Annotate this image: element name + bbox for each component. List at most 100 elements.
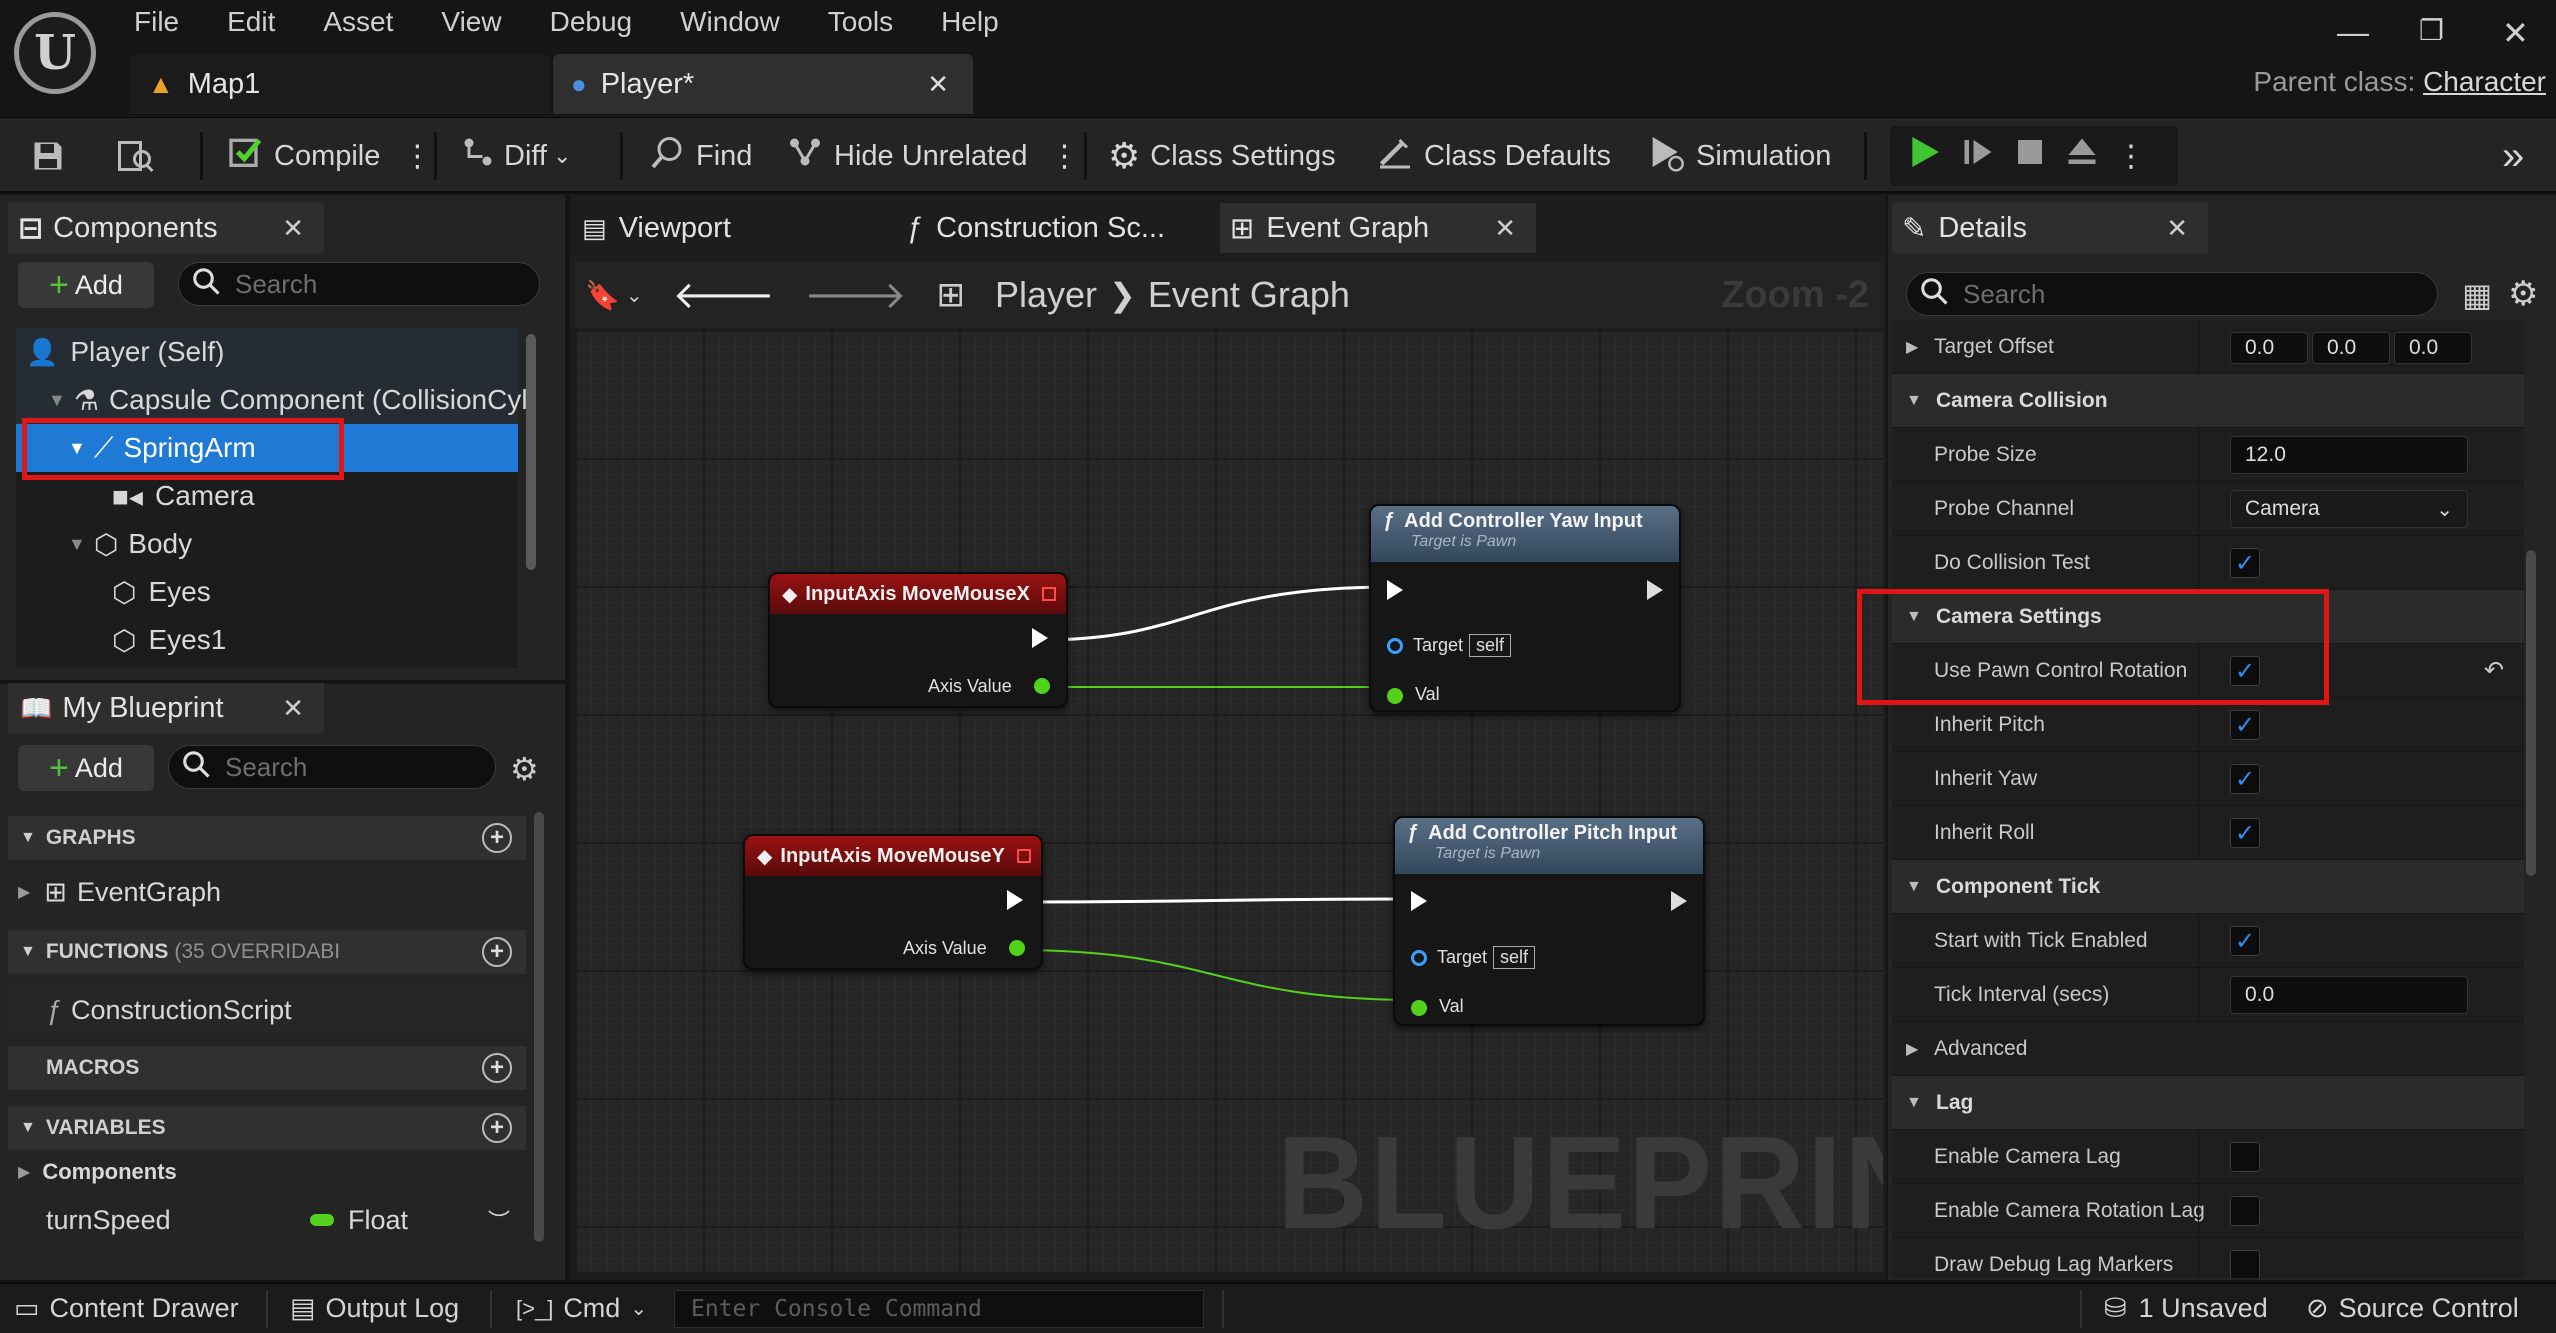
add-function-icon[interactable]: + <box>482 937 512 967</box>
inherit-pitch-checkbox[interactable]: ✓ <box>2230 710 2260 740</box>
menu-tools[interactable]: Tools <box>828 6 893 38</box>
probe-size-input[interactable]: 12.0 <box>2230 436 2468 474</box>
tree-item-eyes1[interactable]: ⬡ Eyes1 <box>16 616 518 664</box>
draw-debug-lag-checkbox[interactable] <box>2230 1250 2260 1278</box>
diff-button[interactable]: Diff ⌄ <box>460 118 571 194</box>
cmd-button[interactable]: [>_] Cmd ⌄ <box>516 1284 647 1333</box>
delegate-pin-icon[interactable] <box>1042 587 1056 601</box>
tab-details[interactable]: ✎ Details ✕ <box>1892 203 2208 253</box>
close-window-icon[interactable]: ✕ <box>2502 14 2529 52</box>
float-in-pin-icon[interactable] <box>1387 688 1403 704</box>
output-log-button[interactable]: ▤ Output Log <box>290 1284 459 1333</box>
stop-icon[interactable] <box>2014 136 2046 176</box>
self-value[interactable]: self <box>1469 634 1512 657</box>
visibility-eye-icon[interactable]: ︶ <box>488 1204 510 1236</box>
components-search-input[interactable]: Search <box>178 262 540 306</box>
expand-toolbar-icon[interactable]: » <box>2502 118 2524 194</box>
more-options-icon[interactable]: ⋮ <box>1049 139 1079 174</box>
self-value[interactable]: self <box>1493 946 1536 969</box>
float-in-pin-icon[interactable] <box>1411 1000 1427 1016</box>
enable-rotation-lag-checkbox[interactable] <box>2230 1196 2260 1226</box>
menu-help[interactable]: Help <box>941 6 999 38</box>
category-lag[interactable]: ▼ Lag <box>1892 1076 2524 1130</box>
tree-item-eyes[interactable]: ⬡ Eyes <box>16 568 518 616</box>
category-camera-collision[interactable]: ▼ Camera Collision <box>1892 374 2524 428</box>
tab-event-graph[interactable]: ⊞ Event Graph ✕ <box>1220 203 1536 253</box>
menu-view[interactable]: View <box>441 6 501 38</box>
tree-item-player-self[interactable]: 👤 Player (Self) <box>16 328 518 376</box>
class-defaults-button[interactable]: Class Defaults <box>1376 118 1611 194</box>
exec-out-pin-icon[interactable] <box>1671 891 1687 911</box>
more-options-icon[interactable]: ⋮ <box>402 139 432 174</box>
blueprint-search-input[interactable]: Search <box>168 745 496 789</box>
gear-icon[interactable]: ⚙ <box>2508 274 2538 314</box>
section-variables[interactable]: ▼ VARIABLES + <box>8 1106 526 1150</box>
tick-interval-input[interactable]: 0.0 <box>2230 976 2468 1014</box>
add-component-button[interactable]: + Add <box>18 262 154 308</box>
bookmark-icon[interactable]: 🔖 <box>585 279 620 312</box>
menu-asset[interactable]: Asset <box>323 6 393 38</box>
section-functions[interactable]: ▼ FUNCTIONS (35 OVERRIDABI + <box>8 930 526 974</box>
parent-class-link[interactable]: Character <box>2423 66 2546 97</box>
close-tab-icon[interactable]: ✕ <box>927 69 949 100</box>
forward-arrow-icon[interactable]: 🡒 <box>805 272 907 318</box>
section-macros[interactable]: MACROS + <box>8 1046 526 1090</box>
gear-icon[interactable]: ⚙ <box>510 750 539 788</box>
restore-icon[interactable]: ❐ <box>2419 14 2444 47</box>
step-forward-icon[interactable] <box>1960 134 1996 178</box>
category-component-tick[interactable]: ▼ Component Tick <box>1892 860 2524 914</box>
exec-out-pin-icon[interactable] <box>1032 628 1048 648</box>
function-item-construction-script[interactable]: ƒ ConstructionScript <box>8 986 526 1034</box>
node-add-controller-yaw[interactable]: ƒ Add Controller Yaw Input Target is Pawn… <box>1369 504 1681 712</box>
float-out-pin-icon[interactable] <box>1034 678 1050 694</box>
variable-item-turnspeed[interactable]: turnSpeed Float ︶ <box>8 1196 526 1244</box>
close-tab-icon[interactable]: ✕ <box>282 693 304 724</box>
minimize-icon[interactable]: — <box>2337 14 2369 51</box>
target-offset-x-input[interactable]: 0.0 <box>2230 332 2308 364</box>
back-arrow-icon[interactable]: 🡐 <box>673 272 775 318</box>
start-tick-checkbox[interactable]: ✓ <box>2230 926 2260 956</box>
exec-in-pin-icon[interactable] <box>1411 891 1427 911</box>
components-scrollbar[interactable] <box>526 334 536 570</box>
inherit-roll-checkbox[interactable]: ✓ <box>2230 818 2260 848</box>
content-drawer-button[interactable]: ▭ Content Drawer <box>14 1284 239 1333</box>
tab-components[interactable]: ⊟ Components ✕ <box>8 203 324 253</box>
play-icon[interactable] <box>1904 132 1944 180</box>
source-control-button[interactable]: ⊘ Source Control <box>2306 1284 2519 1333</box>
reset-to-default-icon[interactable]: ↶ <box>2484 656 2504 685</box>
chevron-right-icon[interactable]: ▶ <box>1906 337 1918 357</box>
float-out-pin-icon[interactable] <box>1009 940 1025 956</box>
tab-my-blueprint[interactable]: 📖 My Blueprint ✕ <box>8 683 324 733</box>
simulation-button[interactable]: Simulation <box>1646 118 1831 194</box>
table-view-icon[interactable]: ▦ <box>2462 276 2492 314</box>
graph-canvas[interactable]: ◆ InputAxis MoveMouseX Axis Value ƒ Add C… <box>575 330 1883 1272</box>
blueprint-scrollbar[interactable] <box>534 812 544 1242</box>
browse-icon[interactable] <box>116 118 156 194</box>
target-pin-icon[interactable] <box>1387 638 1403 654</box>
section-graphs[interactable]: ▼ GRAPHS + <box>8 816 526 860</box>
close-tab-icon[interactable]: ✕ <box>282 213 304 244</box>
menu-edit[interactable]: Edit <box>227 6 275 38</box>
compile-button[interactable]: Compile ⋮ <box>226 118 432 194</box>
node-add-controller-pitch[interactable]: ƒ Add Controller Pitch Input Target is Pa… <box>1393 816 1705 1026</box>
target-offset-z-input[interactable]: 0.0 <box>2394 332 2472 364</box>
tree-item-capsule[interactable]: ▼ ⚗ Capsule Component (CollisionCyl <box>16 376 528 424</box>
breadcrumb-root[interactable]: Player <box>995 274 1097 316</box>
add-blueprint-item-button[interactable]: + Add <box>18 745 154 791</box>
details-scrollbar[interactable] <box>2526 550 2536 876</box>
hide-unrelated-button[interactable]: Hide Unrelated ⋮ <box>786 118 1079 194</box>
unsaved-button[interactable]: ⛁ 1 Unsaved <box>2104 1284 2268 1333</box>
graph-item-eventgraph[interactable]: ▶ ⊞ EventGraph <box>8 868 526 916</box>
add-graph-icon[interactable]: + <box>482 823 512 853</box>
probe-channel-select[interactable]: Camera ⌄ <box>2230 490 2468 528</box>
variable-group-components[interactable]: ▶ Components <box>8 1152 526 1192</box>
inherit-yaw-checkbox[interactable]: ✓ <box>2230 764 2260 794</box>
delegate-pin-icon[interactable] <box>1017 849 1031 863</box>
menu-debug[interactable]: Debug <box>550 6 633 38</box>
close-tab-icon[interactable]: ✕ <box>1494 213 1516 244</box>
tab-viewport[interactable]: ▤ Viewport <box>572 203 892 253</box>
enable-camera-lag-checkbox[interactable] <box>2230 1142 2260 1172</box>
node-inputaxis-mousex[interactable]: ◆ InputAxis MoveMouseX Axis Value <box>768 572 1068 708</box>
details-search-input[interactable]: Search <box>1906 272 2438 316</box>
class-settings-button[interactable]: ⚙ Class Settings <box>1108 118 1336 194</box>
